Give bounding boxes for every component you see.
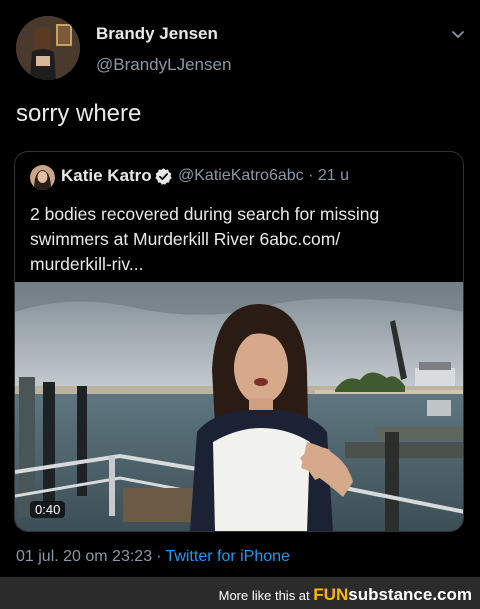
tweet-text: sorry where (16, 100, 142, 127)
author-avatar-image (16, 16, 80, 80)
tweet-metadata: 01 jul. 20 om 23:23 · Twitter for iPhone (16, 548, 290, 566)
video-thumbnail (15, 282, 463, 531)
verified-badge-icon (154, 167, 173, 186)
quoted-author-name[interactable]: Katie Katro (61, 166, 152, 186)
watermark-bar: More like this at FUNsubstance.com (0, 577, 480, 609)
video-player[interactable] (15, 282, 463, 531)
quoted-author-avatar[interactable] (30, 165, 55, 190)
quoted-tweet-time[interactable]: · 21 u (308, 167, 349, 184)
watermark-brand[interactable]: FUNsubstance.com (313, 585, 472, 604)
watermark-text: More like this at FUNsubstance.com (219, 585, 472, 605)
watermark-brand-rest: substance.com (348, 585, 472, 604)
quoted-tweet-text-line[interactable]: murderkill-riv... (30, 252, 450, 277)
author-avatar[interactable] (16, 16, 80, 80)
quoted-tweet-text-line: 2 bodies recovered during search for mis… (30, 204, 380, 224)
watermark-prefix: More like this at (218, 588, 310, 603)
tweet-source-link[interactable]: Twitter for iPhone (165, 548, 290, 565)
quoted-tweet-text-line[interactable]: swimmers at Murderkill River 6abc.com/ (30, 227, 450, 252)
tweet-timestamp[interactable]: 01 jul. 20 om 23:23 (16, 548, 152, 565)
quoted-author-handle[interactable]: @KatieKatro6abc (178, 167, 304, 184)
video-duration: 0:40 (30, 501, 66, 518)
quoted-author-handle-and-time[interactable]: @KatieKatro6abc · 21 u (178, 167, 349, 185)
chevron-down-icon[interactable] (450, 26, 466, 42)
metadata-separator: · (156, 548, 162, 565)
author-handle[interactable]: @BrandyLJensen (96, 55, 231, 75)
quoted-tweet-text: 2 bodies recovered during search for mis… (30, 202, 450, 277)
quoted-tweet[interactable]: Katie Katro @KatieKatro6abc · 21 u 2 bod… (14, 151, 464, 532)
watermark-brand-fun: FUN (313, 585, 349, 604)
author-name[interactable]: Brandy Jensen (96, 24, 218, 44)
